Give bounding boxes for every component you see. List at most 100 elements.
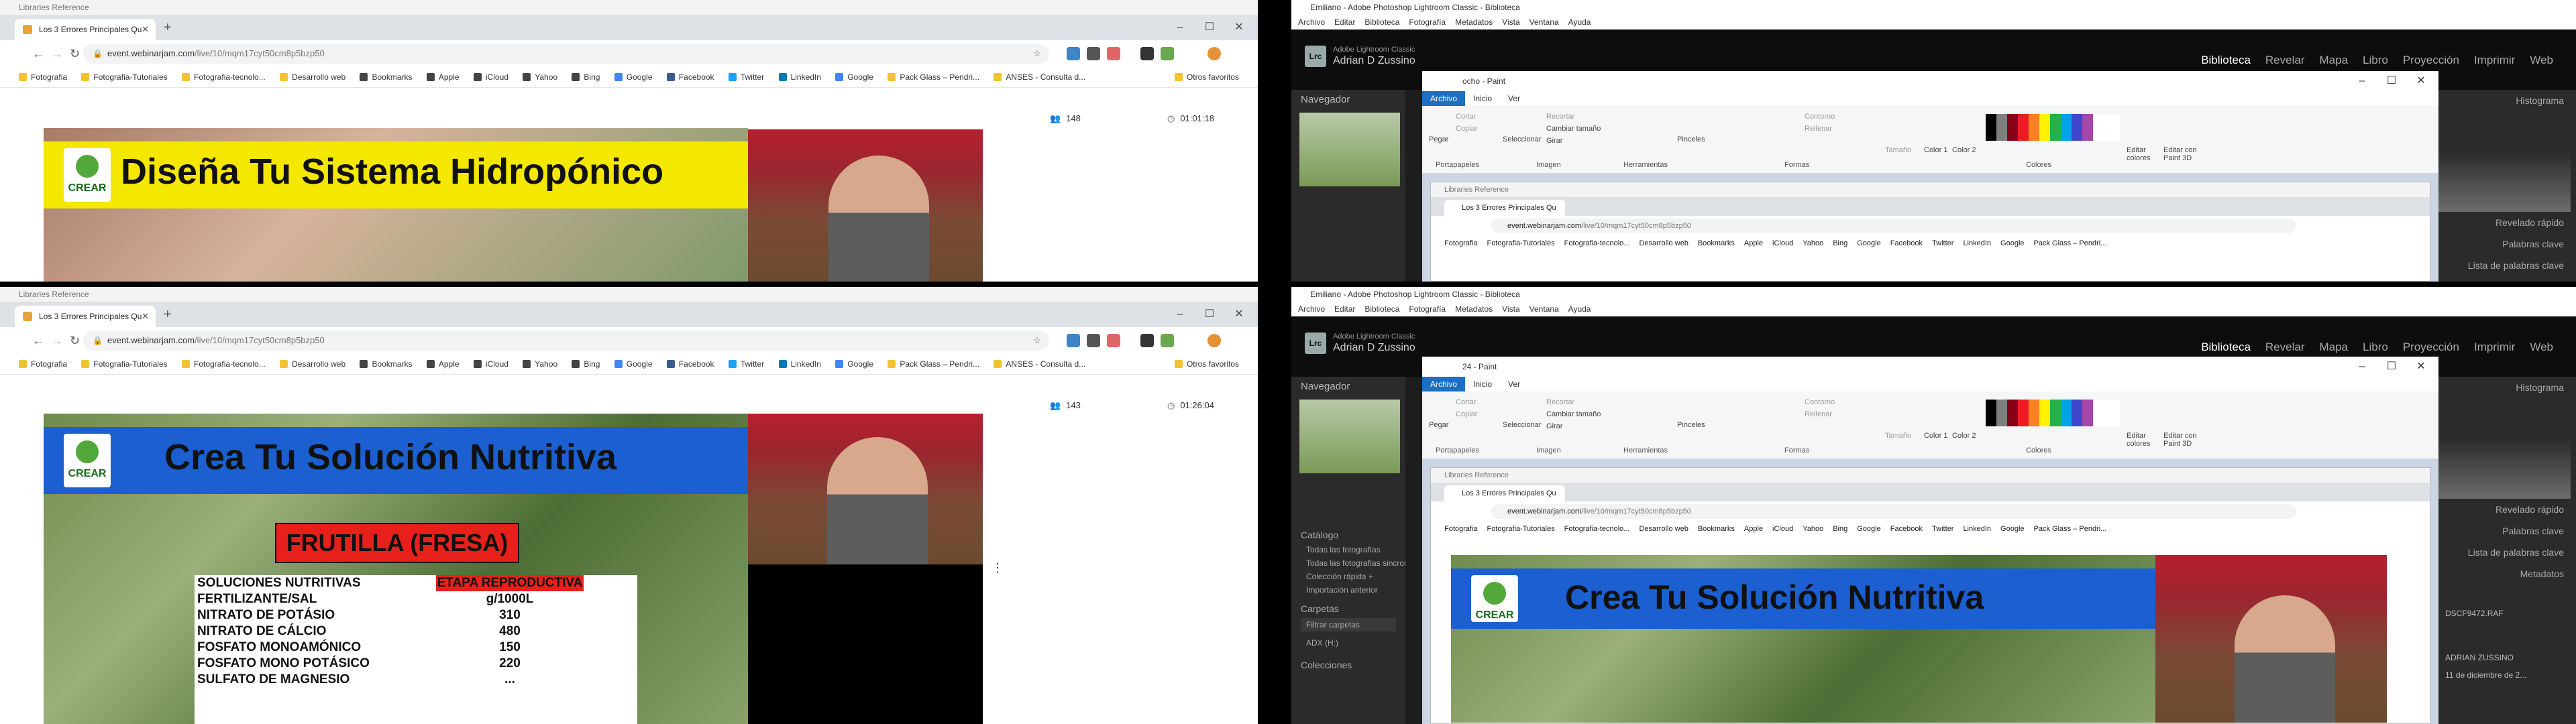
new-tab-button[interactable]: +: [164, 20, 172, 36]
bookmark-item[interactable]: Bookmarks: [360, 67, 413, 87]
menu-ventana[interactable]: Ventana: [1529, 304, 1559, 314]
maximize-icon[interactable]: ☐: [2377, 357, 2406, 377]
bookmark-item[interactable]: Apple: [426, 67, 460, 87]
bookmark-item[interactable]: Google: [614, 354, 653, 374]
module-biblioteca[interactable]: Biblioteca: [2201, 341, 2251, 353]
forward-icon[interactable]: →: [51, 327, 63, 354]
paint3d-button[interactable]: Editar con Paint 3D: [2163, 146, 2204, 162]
bookmark-item[interactable]: Twitter: [728, 67, 764, 87]
star-icon[interactable]: ☆: [1033, 330, 1041, 351]
maximize-icon[interactable]: ☐: [1195, 15, 1224, 40]
menu-biblioteca[interactable]: Biblioteca: [1364, 304, 1399, 314]
minimize-icon[interactable]: –: [1165, 302, 1195, 327]
select-button[interactable]: Seleccionar: [1503, 421, 1541, 429]
bookmark-item[interactable]: Fotografia-tecnolo...: [182, 67, 266, 87]
bookmark-item[interactable]: Desarrollo web: [280, 67, 345, 87]
bookmark-item[interactable]: Desarrollo web: [280, 354, 345, 374]
close-icon[interactable]: ✕: [2406, 71, 2436, 91]
menu-editar[interactable]: Editar: [1334, 304, 1355, 314]
collections-header[interactable]: Colecciones: [1291, 653, 1405, 673]
edit-colors-button[interactable]: Editar colores: [2127, 146, 2160, 162]
menu-vista[interactable]: Vista: [1502, 304, 1519, 314]
reload-icon[interactable]: ↻: [70, 40, 80, 67]
close-icon[interactable]: ✕: [1224, 15, 1254, 40]
edit-colors-button[interactable]: Editar colores: [2127, 432, 2160, 448]
quick-develop-header[interactable]: Revelado rápido: [2432, 212, 2576, 233]
crop-button[interactable]: Recortar: [1546, 398, 1574, 406]
tab-archivo[interactable]: Archivo: [1422, 377, 1466, 391]
catalog-item[interactable]: Importación anterior: [1291, 583, 1405, 597]
outline-button[interactable]: Contorno: [1805, 113, 1835, 121]
maximize-icon[interactable]: ☐: [2377, 71, 2406, 91]
bookmark-item[interactable]: Bookmarks: [360, 354, 413, 374]
module-proyeccion[interactable]: Proyección: [2403, 341, 2459, 353]
copy-button[interactable]: Copiar: [1456, 125, 1477, 133]
address-bar[interactable]: 🔒 event.webinarjam.com/live/10/mqm17cyt50…: [83, 44, 1049, 64]
bookmark-item[interactable]: Yahoo: [523, 354, 557, 374]
bookmark-item[interactable]: iCloud: [473, 354, 508, 374]
histogram-header[interactable]: Histograma: [2432, 377, 2576, 398]
catalog-item[interactable]: Todas las fotografías sincroniz...: [1291, 556, 1405, 570]
new-tab-button[interactable]: +: [164, 307, 172, 322]
module-biblioteca[interactable]: Biblioteca: [2201, 54, 2251, 66]
folder-item[interactable]: ADX (H:): [1291, 633, 1405, 653]
navigator-header[interactable]: Navegador: [1291, 90, 1405, 109]
menu-fotografia[interactable]: Fotografía: [1409, 304, 1446, 314]
bookmark-item[interactable]: Bing: [572, 67, 600, 87]
close-tab-icon[interactable]: ✕: [142, 19, 149, 40]
menu-biblioteca[interactable]: Biblioteca: [1364, 17, 1399, 27]
resize-button[interactable]: Cambiar tamaño: [1546, 125, 1601, 133]
profile-avatar[interactable]: [1208, 334, 1221, 347]
extension-icon[interactable]: [1087, 334, 1100, 347]
bookmark-item[interactable]: Apple: [426, 354, 460, 374]
bookmark-item[interactable]: Pack Glass – Pendri...: [888, 67, 979, 87]
paint-canvas[interactable]: Libraries Reference Los 3 Errores Princi…: [1422, 459, 2438, 724]
other-bookmarks[interactable]: Otros favoritos: [1174, 67, 1239, 87]
histogram-header[interactable]: Histograma: [2432, 90, 2576, 111]
extension-icon[interactable]: [1161, 334, 1174, 347]
menu-archivo[interactable]: Archivo: [1298, 17, 1325, 27]
module-mapa[interactable]: Mapa: [2320, 54, 2349, 66]
extension-icon[interactable]: [1067, 47, 1080, 60]
close-icon[interactable]: ✕: [2406, 357, 2436, 377]
address-bar[interactable]: 🔒 event.webinarjam.com/live/10/mqm17cyt50…: [83, 330, 1049, 351]
fill-button[interactable]: Rellenar: [1805, 125, 1832, 133]
maximize-icon[interactable]: ☐: [1195, 302, 1224, 327]
module-revelar[interactable]: Revelar: [2265, 341, 2305, 353]
navigator-header[interactable]: Navegador: [1291, 377, 1405, 396]
bookmark-item[interactable]: LinkedIn: [778, 354, 821, 374]
bookmark-item[interactable]: Fotografia: [19, 67, 67, 87]
reload-icon[interactable]: ↻: [70, 327, 80, 354]
close-icon[interactable]: ✕: [1224, 302, 1254, 327]
module-mapa[interactable]: Mapa: [2320, 341, 2349, 353]
keywords-header[interactable]: Palabras clave: [2432, 520, 2576, 542]
bookmark-item[interactable]: ANSES - Consulta d...: [994, 354, 1085, 374]
bookmark-item[interactable]: ANSES - Consulta d...: [994, 67, 1085, 87]
forward-icon[interactable]: →: [51, 40, 63, 67]
bookmark-item[interactable]: Facebook: [666, 354, 714, 374]
catalog-item[interactable]: Colección rápida +: [1291, 570, 1405, 583]
copy-button[interactable]: Copiar: [1456, 410, 1477, 418]
tab-ver[interactable]: Ver: [1500, 91, 1528, 106]
module-libro[interactable]: Libro: [2363, 341, 2388, 353]
bookmark-item[interactable]: Google: [835, 67, 873, 87]
bookmark-item[interactable]: LinkedIn: [778, 67, 821, 87]
menu-metadatos[interactable]: Metadatos: [1455, 304, 1493, 314]
color1-button[interactable]: Color 1: [1924, 146, 1947, 154]
more-menu-icon[interactable]: ⋮: [991, 561, 1004, 575]
menu-archivo[interactable]: Archivo: [1298, 304, 1325, 314]
crop-button[interactable]: Recortar: [1546, 113, 1574, 121]
rotate-button[interactable]: Girar: [1546, 137, 1562, 145]
menu-fotografia[interactable]: Fotografía: [1409, 17, 1446, 27]
paste-button[interactable]: Pegar: [1429, 135, 1448, 143]
keyword-list-header[interactable]: Lista de palabras clave: [2432, 542, 2576, 563]
bookmark-item[interactable]: Google: [614, 67, 653, 87]
catalog-item[interactable]: Todas las fotografías: [1291, 543, 1405, 556]
module-libro[interactable]: Libro: [2363, 54, 2388, 66]
folders-header[interactable]: Carpetas: [1291, 597, 1405, 617]
minimize-icon[interactable]: –: [1165, 15, 1195, 40]
color1-button[interactable]: Color 1: [1924, 432, 1947, 440]
module-imprimir[interactable]: Imprimir: [2474, 341, 2515, 353]
resize-button[interactable]: Cambiar tamaño: [1546, 410, 1601, 418]
back-icon[interactable]: ←: [32, 40, 44, 67]
